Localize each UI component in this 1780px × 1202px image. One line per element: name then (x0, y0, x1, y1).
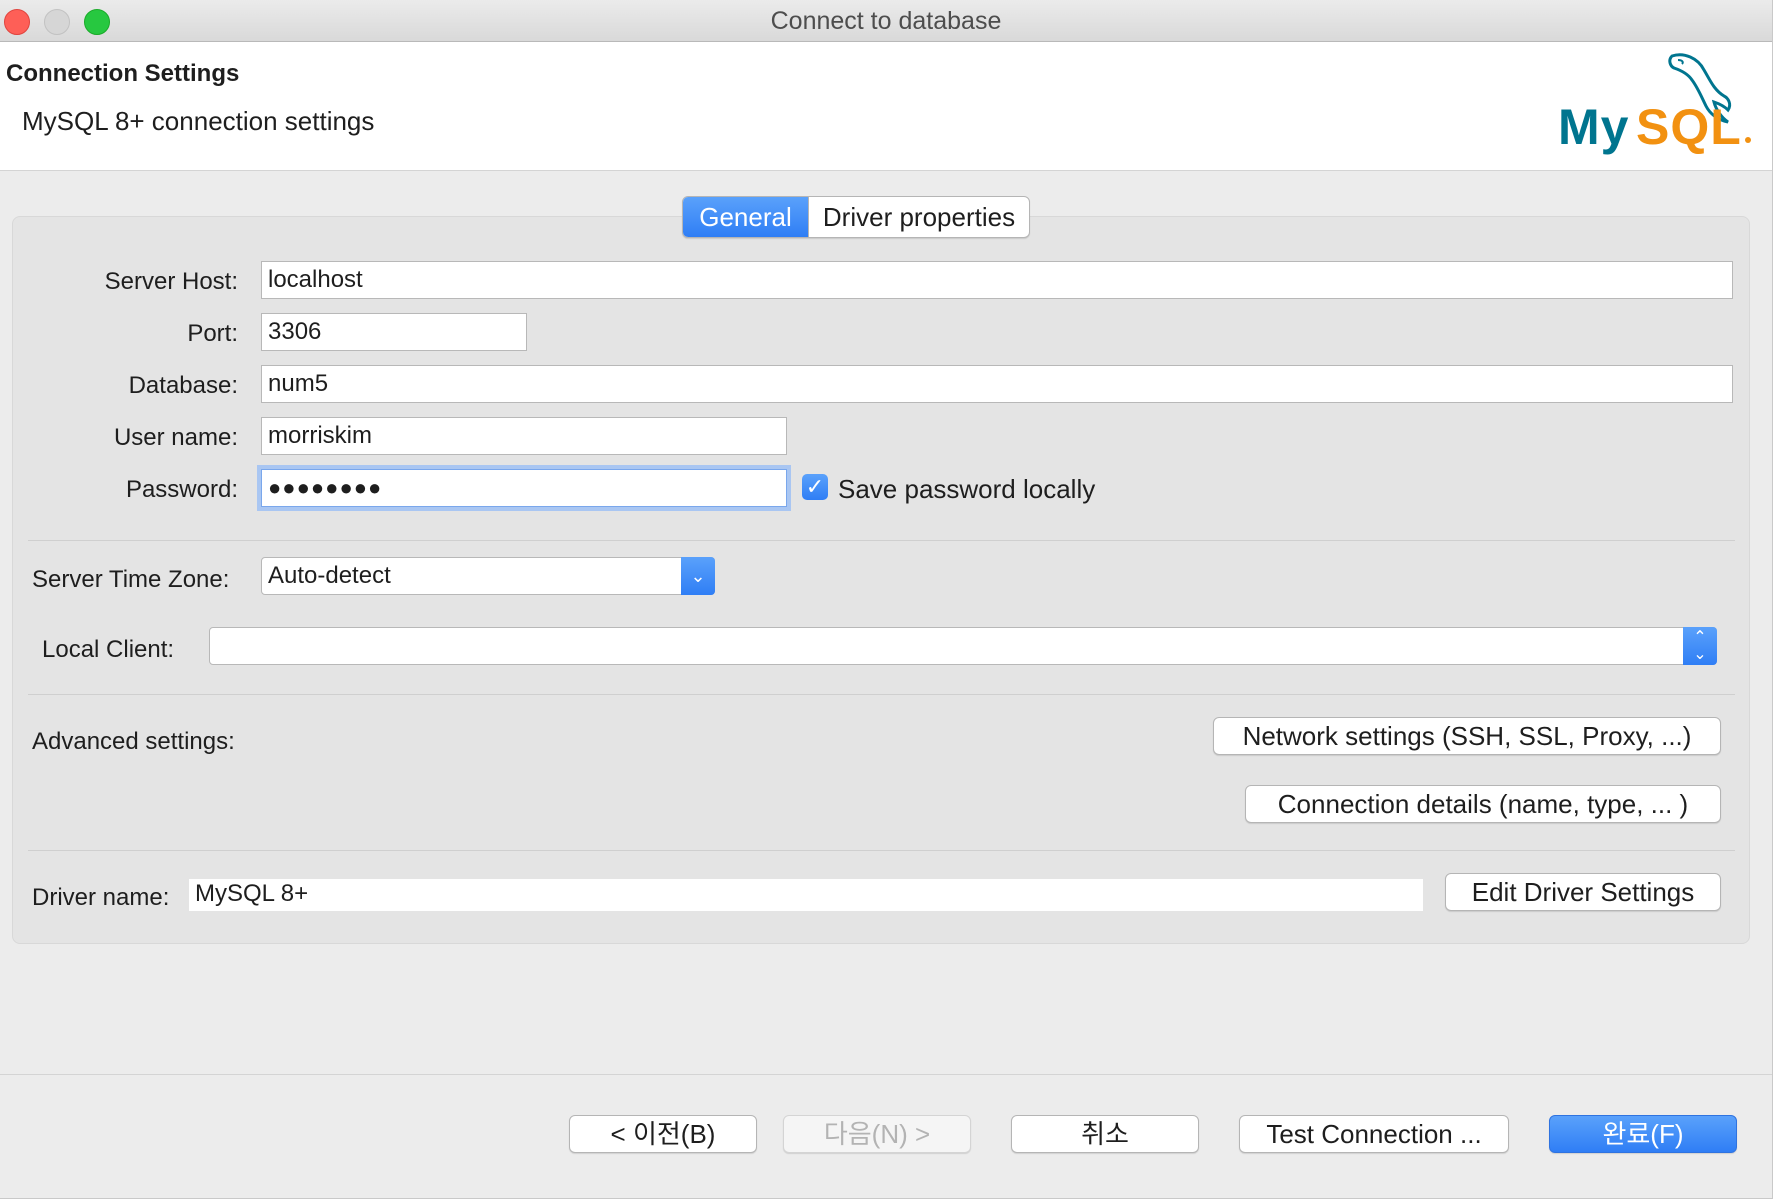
footer-divider (0, 1074, 1772, 1075)
port-input[interactable]: 3306 (261, 313, 527, 351)
divider (28, 850, 1735, 851)
advanced-settings-label: Advanced settings: (32, 728, 235, 755)
dialog-window: Connect to database Connection Settings … (0, 0, 1773, 1199)
divider (28, 540, 1735, 541)
edit-driver-settings-button[interactable]: Edit Driver Settings (1445, 873, 1721, 911)
driver-name-field: MySQL 8+ (189, 879, 1423, 911)
driver-name-label: Driver name: (32, 884, 170, 911)
checkmark-icon: ✓ (805, 474, 825, 499)
logo-sql-text: SQL (1636, 99, 1742, 155)
database-input[interactable]: num5 (261, 365, 1733, 403)
back-button[interactable]: < 이전(B) (569, 1115, 757, 1153)
local-client-select[interactable]: ⌃ ⌄ (209, 627, 1717, 665)
chevron-down-icon[interactable]: ⌄ (681, 557, 715, 595)
save-password-label[interactable]: Save password locally (838, 474, 1095, 505)
next-button[interactable]: 다음(N) > (783, 1115, 971, 1153)
dialog-header: Connection Settings MySQL 8+ connection … (0, 42, 1772, 171)
page-title: Connection Settings (6, 60, 240, 87)
server-time-zone-select[interactable]: Auto-detect ⌄ (261, 557, 715, 595)
server-host-label: Server Host: (104, 268, 238, 295)
password-input[interactable]: ●●●●●●●● (261, 469, 787, 507)
finish-button[interactable]: 완료(F) (1549, 1115, 1737, 1153)
updown-chevron-icon[interactable]: ⌃ ⌄ (1683, 627, 1717, 665)
page-subtitle: MySQL 8+ connection settings (22, 106, 375, 136)
local-client-label: Local Client: (42, 636, 175, 663)
logo-my-text: My (1558, 99, 1629, 155)
password-label: Password: (125, 476, 238, 503)
save-password-checkbox[interactable]: ✓ (802, 474, 828, 500)
database-label: Database: (128, 372, 238, 399)
title-bar[interactable]: Connect to database (0, 0, 1772, 42)
mysql-logo: My SQL (1558, 53, 1751, 155)
user-name-label: User name: (113, 424, 238, 451)
divider (28, 694, 1735, 695)
server-time-zone-label: Server Time Zone: (32, 566, 230, 593)
connection-details-button[interactable]: Connection details (name, type, ... ) (1245, 785, 1721, 823)
test-connection-button[interactable]: Test Connection ... (1239, 1115, 1509, 1153)
server-time-zone-value: Auto-detect (268, 562, 391, 589)
window-title: Connect to database (770, 7, 1002, 35)
tab-driver-properties[interactable]: Driver properties (808, 197, 1029, 237)
user-name-input[interactable]: morriskim (261, 417, 787, 455)
port-label: Port: (187, 320, 238, 347)
tab-bar: General Driver properties (682, 196, 1030, 238)
cancel-button[interactable]: 취소 (1011, 1115, 1199, 1153)
tab-general[interactable]: General (683, 197, 808, 237)
server-host-input[interactable]: localhost (261, 261, 1733, 299)
network-settings-button[interactable]: Network settings (SSH, SSL, Proxy, ...) (1213, 717, 1721, 755)
